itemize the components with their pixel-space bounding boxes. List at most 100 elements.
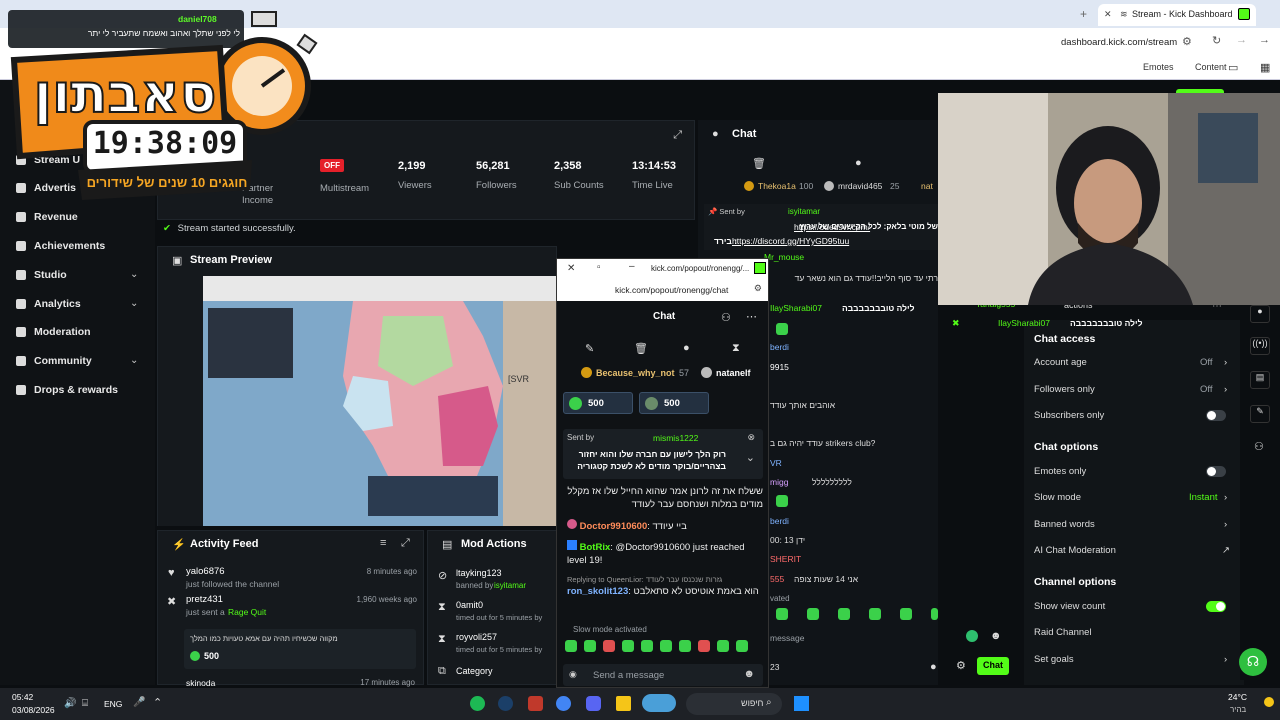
activity-user[interactable]: pretz431 (186, 594, 223, 605)
list-icon[interactable]: ▤ (1250, 371, 1270, 389)
language-indicator[interactable]: ENG (104, 699, 122, 709)
browser-tab-kick-dashboard[interactable]: ✕ ≋ Stream - Kick Dashboard (1098, 4, 1256, 26)
sidebar-item-drops[interactable]: Drops & rewards (16, 384, 118, 396)
emote-icon[interactable] (838, 608, 850, 620)
link[interactable]: https://discord.gg/HYyGD95tuu (732, 236, 849, 246)
emote-icon[interactable] (698, 640, 710, 652)
broadcast-icon[interactable]: ((•)) (1250, 337, 1270, 355)
emote-picker-icon[interactable] (966, 630, 978, 642)
sidebar-item-analytics[interactable]: Analytics (16, 298, 81, 310)
raid-channel-row[interactable]: Raid Channel (1034, 627, 1234, 638)
network-icon[interactable]: ⌸ (82, 698, 88, 709)
gift-amount-card[interactable]: 500 (563, 392, 633, 414)
ai-moderation-row[interactable]: AI Chat Moderation ↗ (1034, 545, 1234, 556)
widgets-icon[interactable] (642, 694, 676, 712)
emote-icon[interactable] (641, 640, 653, 652)
site-settings-icon[interactable]: ⚙ (754, 283, 762, 294)
file-explorer-icon[interactable] (616, 696, 631, 711)
expand-icon[interactable]: ⤢ (401, 537, 410, 550)
expand-icon[interactable]: ⤢ (673, 129, 682, 142)
sidebar-item-moderation[interactable]: Moderation (16, 326, 91, 338)
support-icon[interactable]: ☊ (1239, 648, 1267, 676)
back-icon[interactable]: → (1259, 34, 1270, 46)
chat-bubble-icon[interactable]: ● (855, 157, 862, 169)
filter-icon[interactable]: ≡ (380, 537, 386, 549)
bookmark-content[interactable]: Content (1195, 62, 1227, 72)
bookmark-folder-icon[interactable]: ▭ (1228, 61, 1238, 74)
emote-icon[interactable] (603, 640, 615, 652)
chevron-up-icon[interactable]: ⌃ (153, 696, 162, 709)
emote-icon[interactable] (807, 608, 819, 620)
minimize-icon[interactable]: – (629, 261, 635, 272)
discord-icon[interactable] (586, 696, 601, 711)
emote-icon[interactable] (565, 640, 577, 652)
sidebar-item-revenue[interactable]: Revenue (16, 211, 78, 223)
pin-icon[interactable]: ✎ (585, 342, 594, 355)
gear-icon[interactable]: ⚙ (956, 659, 966, 672)
hourglass-icon[interactable]: ⧗ (732, 342, 740, 355)
chat-bubble-icon[interactable]: ● (683, 342, 690, 354)
emote-icon[interactable] (736, 640, 748, 652)
emote-icon[interactable] (776, 608, 788, 620)
emote-icon[interactable] (900, 608, 912, 620)
microphone-icon[interactable]: 🎤 (133, 697, 145, 708)
user-icon[interactable]: ◉ (569, 669, 577, 680)
chevron-down-icon[interactable]: ⌄ (130, 298, 138, 309)
apps-grid-icon[interactable]: ▦ (1260, 61, 1270, 74)
unpin-icon[interactable]: ⊗ (747, 432, 755, 443)
trash-icon[interactable]: 🗑 (752, 157, 766, 170)
activity-user[interactable]: skinoda (186, 678, 215, 688)
clock-time[interactable]: 05:42 (12, 692, 33, 702)
chat-icon[interactable]: ● (1250, 305, 1270, 323)
set-goals-row[interactable]: Set goals › (1034, 654, 1234, 665)
sidebar-item-community[interactable]: Community (16, 355, 92, 367)
taskbar-search[interactable]: חיפוש ⌕ (686, 693, 782, 715)
chevron-down-icon[interactable]: ⌄ (130, 269, 138, 280)
sidebar-item-studio[interactable]: Studio (16, 269, 67, 281)
people-icon[interactable]: ⚇ (1254, 440, 1264, 453)
sidebar-item-achievements[interactable]: Achievements (16, 240, 105, 252)
account-age-row[interactable]: Account age Off › (1034, 357, 1234, 368)
windows-start-icon[interactable] (794, 696, 809, 711)
volume-icon[interactable]: 🔊 (64, 698, 76, 709)
slow-mode-row[interactable]: Slow mode Instant › (1034, 492, 1234, 503)
chevron-down-icon[interactable]: ⌄ (746, 451, 755, 464)
chrome-icon[interactable] (556, 696, 571, 711)
weather-temp[interactable]: 24°C (1228, 692, 1247, 702)
close-icon[interactable]: ✕ (567, 263, 575, 274)
reload-icon[interactable]: ↻ (1212, 34, 1221, 47)
chat-input[interactable]: message (770, 633, 805, 643)
steam-icon[interactable] (498, 696, 513, 711)
emote-icon[interactable] (622, 640, 634, 652)
more-icon[interactable]: ⋯ (746, 310, 757, 323)
site-settings-icon[interactable]: ⚙ (1182, 35, 1192, 48)
tab-close-icon[interactable]: ✕ (1104, 9, 1112, 20)
user-settings-icon[interactable]: ⚇ (721, 311, 731, 324)
gift-amount-card[interactable]: 500 (639, 392, 709, 414)
spotify-icon[interactable] (470, 696, 485, 711)
send-chat-button[interactable]: Chat (977, 657, 1009, 675)
emote-icon[interactable] (660, 640, 672, 652)
bookmark-emotes[interactable]: Emotes (1143, 62, 1174, 72)
clock-date[interactable]: 03/08/2026 (12, 705, 55, 715)
smiley-icon[interactable]: ☻ (743, 668, 755, 680)
chat-bubble-icon[interactable]: ● (930, 661, 937, 673)
subscribers-only-toggle[interactable] (1206, 410, 1226, 421)
smiley-icon[interactable]: ☻ (990, 630, 1002, 642)
app-icon[interactable] (528, 696, 543, 711)
wrench-icon[interactable]: ✎ (1250, 405, 1270, 423)
stream-preview-video[interactable]: [SVR (203, 276, 558, 526)
emote-icon[interactable] (869, 608, 881, 620)
forward-icon[interactable]: → (1236, 34, 1247, 46)
emote-icon[interactable] (717, 640, 729, 652)
chevron-down-icon[interactable]: ⌄ (130, 355, 138, 366)
emotes-only-toggle[interactable] (1206, 466, 1226, 477)
popout-chat-input[interactable]: ◉ Send a message ☻ (563, 664, 763, 686)
banned-words-row[interactable]: Banned words › (1034, 519, 1234, 530)
emote-icon[interactable] (931, 608, 938, 620)
emote-icon[interactable] (679, 640, 691, 652)
maximize-icon[interactable]: ▫ (597, 262, 601, 273)
trash-icon[interactable]: 🗑 (634, 342, 648, 355)
activity-user[interactable]: yalo6876 (186, 566, 225, 577)
emote-icon[interactable] (584, 640, 596, 652)
